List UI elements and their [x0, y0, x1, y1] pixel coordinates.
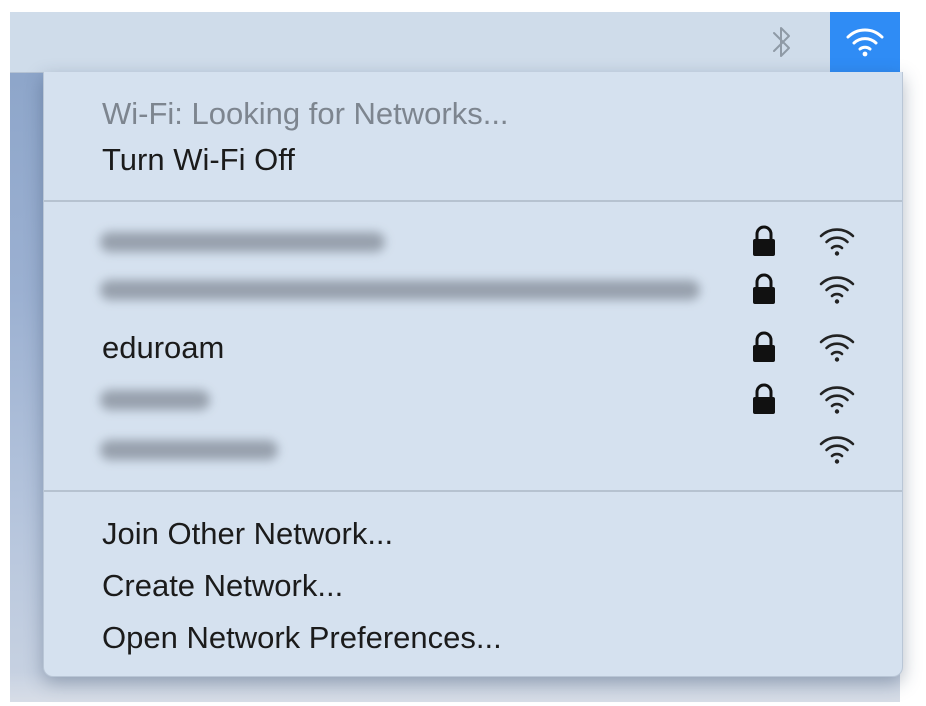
network-item[interactable] — [44, 378, 902, 424]
network-name: eduroam — [102, 330, 225, 365]
wifi-signal-icon — [819, 436, 855, 464]
obscured-network-name — [100, 232, 385, 252]
wifi-signal-icon — [819, 334, 855, 362]
separator — [44, 490, 902, 492]
network-item[interactable] — [44, 220, 902, 266]
lock-icon — [753, 225, 775, 256]
lock-icon — [753, 331, 775, 362]
turn-wifi-off-item[interactable]: Turn Wi-Fi Off — [102, 142, 295, 178]
join-other-network-item[interactable]: Join Other Network... — [102, 516, 393, 552]
wifi-status-icon[interactable] — [830, 12, 900, 72]
obscured-network-name — [100, 390, 210, 410]
menu-bar — [10, 12, 900, 73]
wifi-signal-icon — [819, 276, 855, 304]
lock-icon — [753, 273, 775, 304]
bluetooth-icon[interactable] — [762, 12, 802, 72]
wifi-menu: Wi-Fi: Looking for Networks... Turn Wi-F… — [43, 72, 903, 677]
open-network-preferences-item[interactable]: Open Network Preferences... — [102, 620, 502, 656]
obscured-network-name — [100, 280, 700, 300]
obscured-network-name — [100, 440, 278, 460]
network-item-eduroam[interactable]: eduroam — [44, 326, 902, 372]
network-item[interactable] — [44, 428, 902, 474]
wifi-status-text: Wi-Fi: Looking for Networks... — [102, 96, 509, 131]
wifi-signal-icon — [819, 386, 855, 414]
create-network-item[interactable]: Create Network... — [102, 568, 343, 604]
separator — [44, 200, 902, 202]
wifi-signal-icon — [819, 228, 855, 256]
network-item[interactable] — [44, 268, 902, 314]
lock-icon — [753, 383, 775, 414]
